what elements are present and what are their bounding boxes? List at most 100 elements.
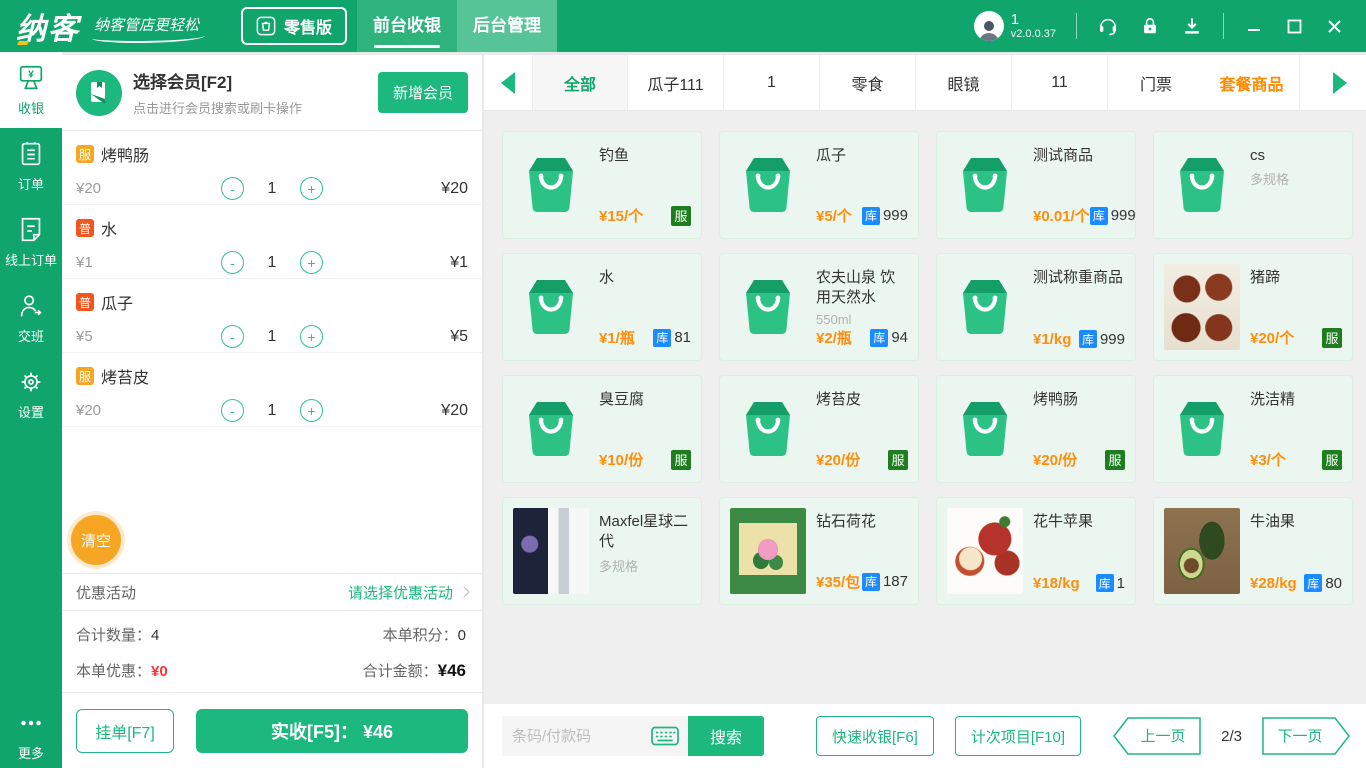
product-card[interactable]: 钓鱼 ¥15/个 服 [502,131,702,239]
product-card[interactable]: 烤苔皮 ¥20/份 服 [719,375,919,483]
category-tab[interactable]: 全部 [532,55,628,110]
prev-page-button[interactable]: 上一页 [1113,717,1201,755]
clear-cart-button[interactable]: 清空 [71,515,121,565]
category-tab[interactable]: 1 [724,55,820,110]
product-card[interactable]: 瓜子 ¥5/个 库 999 [719,131,919,239]
keyboard-icon[interactable] [651,726,679,746]
product-bag-icon [963,280,1007,335]
product-card[interactable]: 花牛苹果 ¥18/kg 库 1 [936,497,1136,605]
member-section: 选择会员[F2] 点击进行会员搜索或刷卡操作 新增会员 [62,55,482,131]
service-badge: 服 [888,449,908,470]
category-tab[interactable]: 瓜子111 [628,55,724,110]
product-card[interactable]: 烤鸭肠 ¥20/份 服 [936,375,1136,483]
add-member-button[interactable]: 新增会员 [377,72,468,113]
lock-icon[interactable] [1139,15,1161,37]
increase-quantity-button[interactable]: + [300,399,323,422]
user-block[interactable]: 1 v2.0.0.37 [973,11,1056,41]
increase-quantity-button[interactable]: + [300,251,323,274]
avatar [973,11,1004,41]
member-card-icon[interactable] [76,69,122,116]
maximize-button[interactable] [1284,16,1304,36]
sidebar-item-shift-change[interactable]: 交班 [0,280,62,356]
customer-service-icon[interactable] [1097,15,1119,37]
category-tab[interactable]: 11 [1012,55,1108,110]
product-info: 测试称重商品 ¥1/kg 库 999 [1033,264,1125,350]
product-stock: 库 999 [1089,206,1136,225]
product-bag-icon [963,402,1007,457]
increase-quantity-button[interactable]: + [300,325,323,348]
product-card[interactable]: 臭豆腐 ¥10/份 服 [502,375,702,483]
sidebar-item-orders[interactable]: 订单 [0,128,62,204]
decrease-quantity-button[interactable]: - [221,399,244,422]
product-image [947,264,1023,350]
top-tabs: 前台收银 后台管理 [357,0,558,52]
product-card[interactable]: 牛油果 ¥28/kg 库 80 [1153,497,1353,605]
category-scroll-right-button[interactable] [1314,55,1366,110]
product-price: ¥0.01/个 [1033,208,1090,225]
edition-button[interactable]: 零售版 [241,7,348,45]
summary-total-value: ¥46 [437,661,466,680]
quick-cashier-button[interactable]: 快速收银[F6] [816,716,934,756]
category-tab[interactable]: 套餐商品 [1204,55,1300,110]
tab-front-cashier[interactable]: 前台收银 [357,0,458,52]
product-info: 钻石荷花 ¥35/包 库 187 [816,508,908,594]
product-card[interactable]: 测试商品 ¥0.01/个 库 999 [936,131,1136,239]
promo-select[interactable]: 请选择优惠活动 [348,582,470,603]
svg-text:¥: ¥ [28,70,34,81]
minimize-button[interactable] [1244,16,1264,36]
product-image [1164,264,1240,350]
user-count: 1 [1010,11,1020,28]
category-tab[interactable]: 眼镜 [916,55,1012,110]
cart-item-header: 服 烤鸭肠 [76,142,468,166]
sidebar-item-settings[interactable]: 设置 [0,356,62,432]
pay-button[interactable]: 实收[F5]： ¥46 [196,708,468,753]
increase-quantity-button[interactable]: + [300,177,323,200]
product-card[interactable]: 测试称重商品 ¥1/kg 库 999 [936,253,1136,361]
category-tab[interactable]: 零食 [820,55,916,110]
product-card[interactable]: 水 ¥1/瓶 库 81 [502,253,702,361]
product-card[interactable]: 猪蹄 ¥20/个 服 [1153,253,1353,361]
decrease-quantity-button[interactable]: - [221,177,244,200]
download-icon[interactable] [1181,15,1203,37]
product-name: 农夫山泉 饮用天然水550ml [816,269,896,307]
cart-item-controls: ¥20 - 1 + ¥20 [76,399,468,422]
cart-panel: 选择会员[F2] 点击进行会员搜索或刷卡操作 新增会员 服 烤鸭肠 ¥20 - … [62,55,482,768]
settings-gear-icon [21,372,41,392]
decrease-quantity-button[interactable]: - [221,325,244,348]
product-bag-icon [529,402,573,457]
category-scroll-left-button[interactable] [484,55,532,110]
shift-change-icon [20,295,42,317]
category-tab-label: 零食 [851,76,884,94]
cart-item: 普 水 ¥1 - 1 + ¥1 [62,205,482,279]
tab-back-admin[interactable]: 后台管理 [457,0,558,52]
product-image [1164,142,1240,228]
product-stock: 库 94 [870,328,908,347]
product-card[interactable]: 钻石荷花 ¥35/包 库 187 [719,497,919,605]
product-card[interactable]: 农夫山泉 饮用天然水550ml 550ml ¥2/瓶 库 94 [719,253,919,361]
product-card[interactable]: cs 多规格 [1153,131,1353,239]
search-button[interactable]: 搜索 [688,716,764,756]
stock-quantity: 999 [1099,330,1125,348]
product-image [1164,508,1240,594]
product-spec: 多规格 [1250,172,1290,188]
category-tab-label: 11 [1051,73,1068,91]
hold-order-button[interactable]: 挂单[F7] [76,708,174,753]
barcode-input[interactable] [512,727,651,745]
sidebar-item-cashier[interactable]: ¥ 收银 [0,52,62,128]
next-page-button[interactable]: 下一页 [1262,717,1350,755]
close-button[interactable] [1324,16,1344,36]
product-card[interactable]: 洗洁精 ¥3/个 服 [1153,375,1353,483]
decrease-quantity-button[interactable]: - [221,251,244,274]
category-tab[interactable]: 门票 [1108,55,1204,110]
product-price: ¥18/kg [1033,574,1080,592]
member-select[interactable]: 选择会员[F2] 点击进行会员搜索或刷卡操作 [133,68,302,117]
cart-item-total: ¥20 [441,401,468,419]
sidebar-item-more[interactable]: 更多 [0,702,62,768]
product-card[interactable]: Maxfel星球二代 多规格 [502,497,702,605]
product-bag-icon [529,158,573,213]
sidebar-item-online-orders[interactable]: 线上订单 [0,204,62,280]
cart-item-quantity: 1 [267,327,277,345]
category-tab-label: 门票 [1139,76,1172,94]
count-item-button[interactable]: 计次项目[F10] [954,716,1082,756]
summary-qty-value: 4 [151,627,160,644]
